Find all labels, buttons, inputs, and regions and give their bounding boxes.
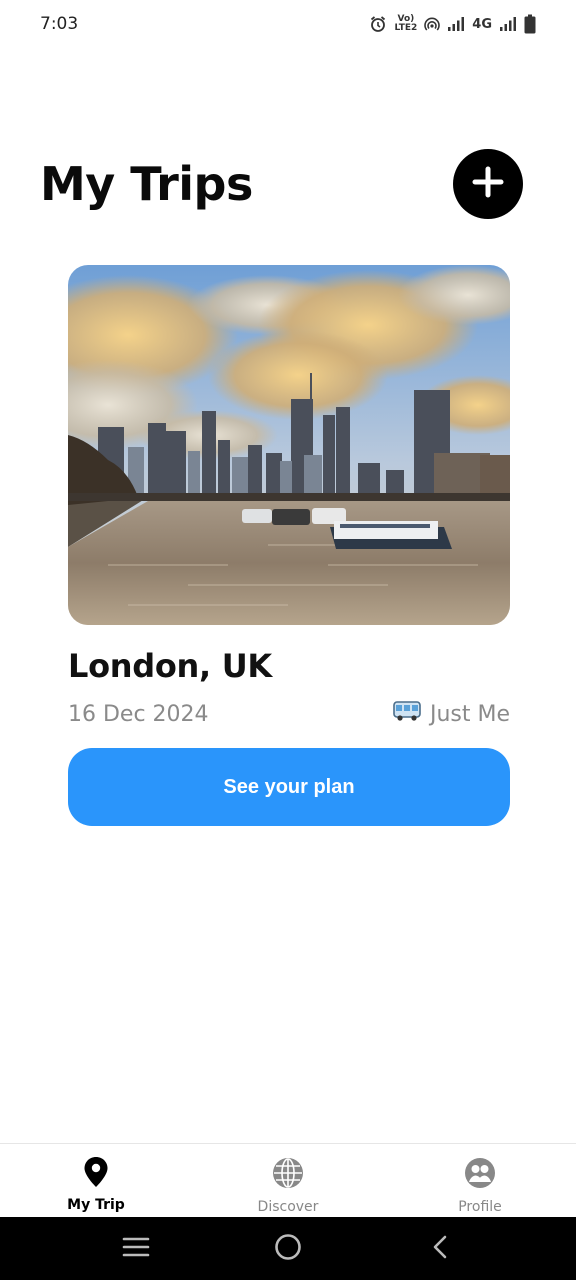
companions-label: Just Me [429,701,510,727]
status-time: 7:03 [40,14,79,34]
location-pin-icon [83,1156,109,1192]
network-type: 4G [472,16,492,32]
home-button[interactable] [258,1219,318,1279]
volte-icon: Vo) LTE2 [394,15,417,33]
trip-photo[interactable] [68,265,510,625]
trip-companions: Just Me [392,699,510,729]
nav-label: Profile [458,1199,502,1215]
trip-title: London, UK [68,647,272,685]
nav-item-my-trip[interactable]: My Trip [0,1144,192,1217]
bus-icon [392,699,422,729]
nav-item-discover[interactable]: Discover [192,1144,384,1217]
alarm-icon [369,15,387,33]
nav-item-profile[interactable]: Profile [384,1144,576,1217]
signal-icon [447,16,465,32]
page-title: My Trips [40,157,253,211]
profile-icon [463,1156,497,1194]
menu-icon [122,1236,150,1262]
status-bar: 7:03 Vo) LTE2 4G [0,0,576,48]
trip-meta: 16 Dec 2024 Just Me [68,699,510,729]
trip-date: 16 Dec 2024 [68,701,209,727]
status-icons: Vo) LTE2 4G [369,14,536,34]
plus-icon [471,165,505,203]
page-header: My Trips [40,148,524,220]
home-icon [274,1233,302,1265]
add-trip-button[interactable] [453,149,523,219]
city-skyline-photo [68,265,510,625]
globe-icon [271,1156,305,1194]
menu-button[interactable] [106,1219,166,1279]
nav-label: Discover [257,1199,319,1215]
back-button[interactable] [410,1219,470,1279]
system-nav [0,1217,576,1280]
see-plan-button[interactable]: See your plan [68,748,510,826]
volte-bottom-label: LTE2 [394,23,418,33]
bottom-nav: My Trip Discover Profile [0,1143,576,1217]
battery-icon [524,14,536,34]
back-icon [430,1234,450,1264]
hotspot-icon [424,16,441,32]
signal-icon [499,16,517,32]
trip-card: London, UK 16 Dec 2024 Just Me See your … [68,265,510,826]
nav-label: My Trip [67,1197,125,1213]
